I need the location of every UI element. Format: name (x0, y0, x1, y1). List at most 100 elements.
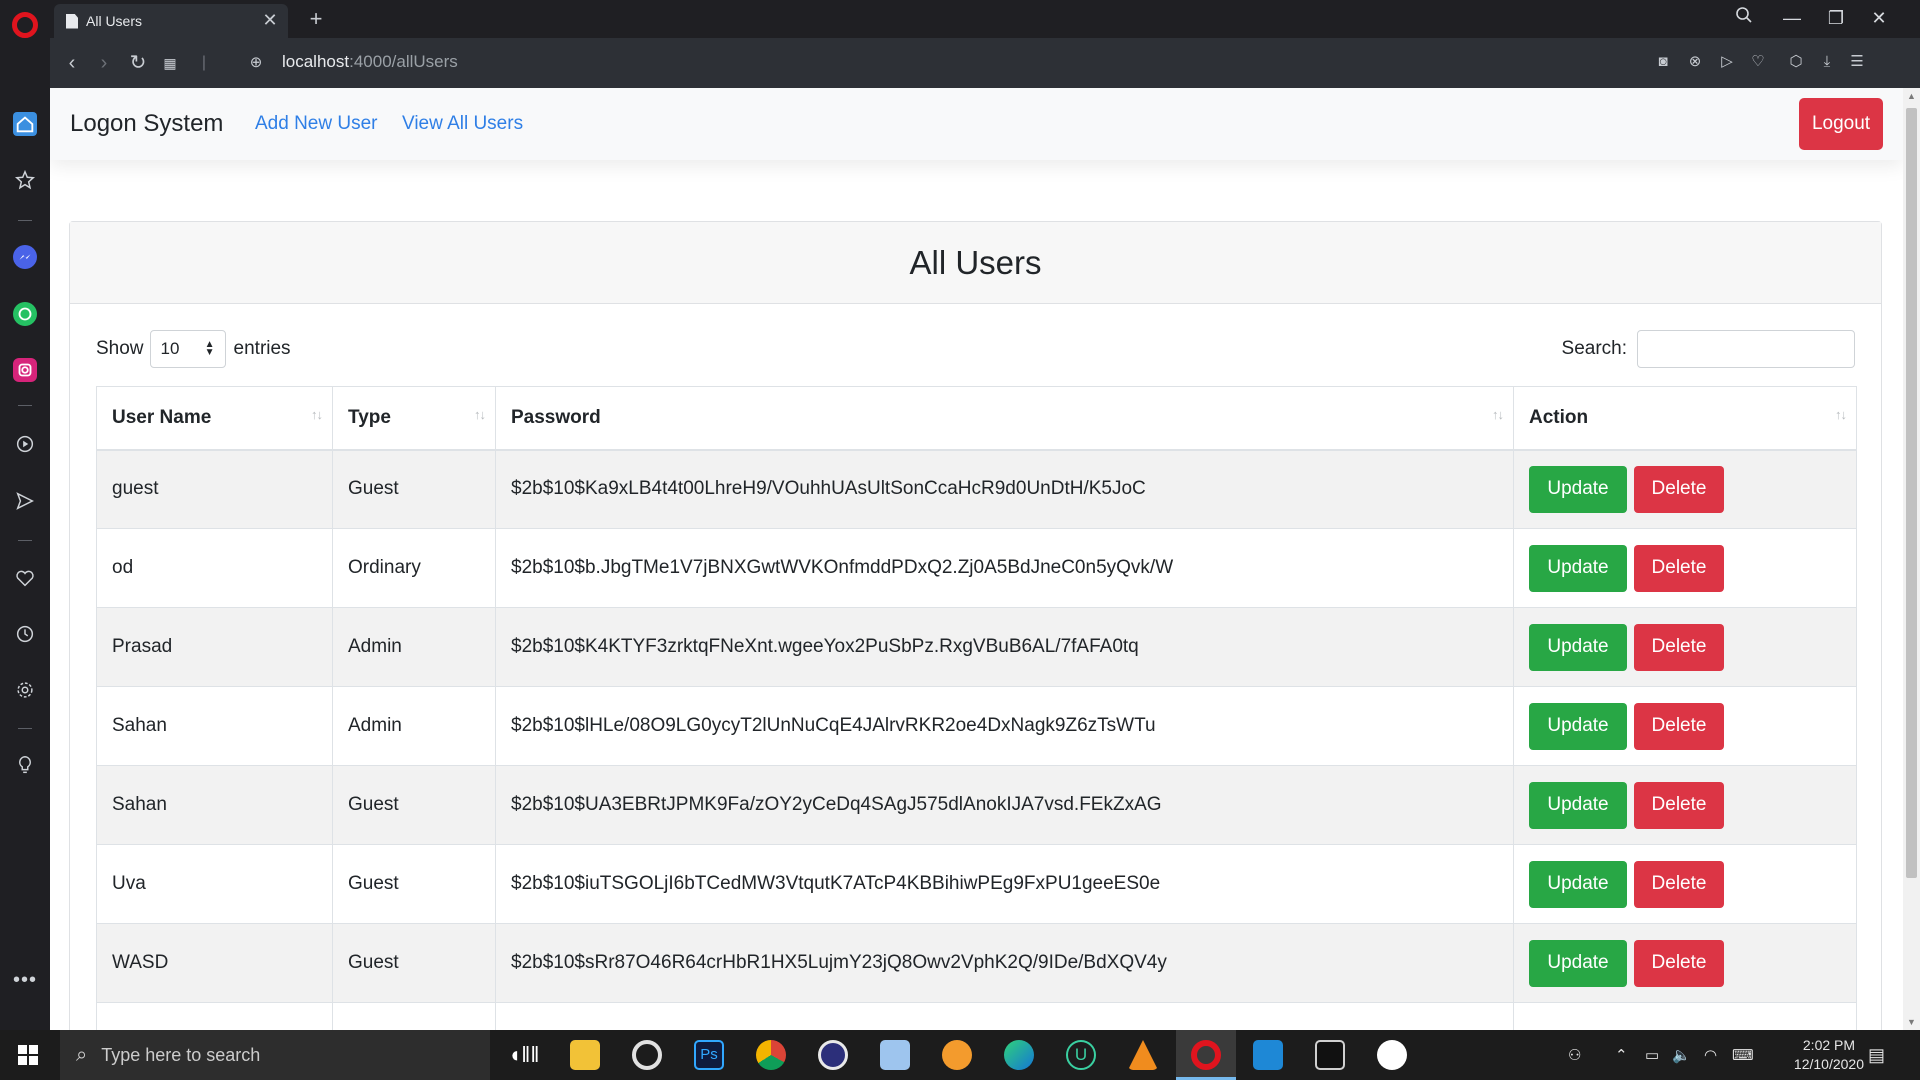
column-header-type[interactable]: Type ↑↓ (332, 386, 496, 451)
update-button[interactable]: Update (1529, 544, 1627, 592)
scroll-up-icon[interactable]: ▲ (1903, 88, 1920, 104)
nav-link-view-all-users[interactable]: View All Users (402, 113, 523, 135)
cell-user-name: od (96, 528, 333, 608)
forward-icon[interactable]: › (92, 51, 116, 75)
upwork-icon[interactable]: U (1066, 1040, 1096, 1070)
wifi-icon[interactable]: ◠ (1704, 1030, 1717, 1080)
audio-app-icon[interactable]: ◖‖‖ (508, 1040, 539, 1070)
extensions-cube-icon[interactable]: ⬡ (1786, 52, 1806, 72)
nav-link-add-new-user[interactable]: Add New User (255, 113, 378, 135)
delete-button[interactable]: Delete (1634, 544, 1724, 592)
cell-action: Update Delete (1513, 844, 1857, 924)
instagram-icon[interactable] (13, 358, 37, 382)
search-tabs-icon[interactable] (1732, 6, 1756, 30)
notifications-icon[interactable]: ▤ (1868, 1030, 1885, 1080)
lightbulb-icon[interactable] (13, 753, 37, 777)
heart-icon[interactable]: ♡ (1748, 52, 1768, 72)
scroll-down-icon[interactable]: ▼ (1903, 1014, 1920, 1030)
close-tab-icon[interactable]: ✕ (260, 10, 280, 30)
download-icon[interactable]: ⤓ (1817, 52, 1837, 72)
clock-date: 12/10/2020 (1793, 1056, 1864, 1072)
cell-type: Ordinary (332, 528, 496, 608)
chrome-icon[interactable] (756, 1040, 786, 1070)
taskbar-clock[interactable]: 2:02 PM 12/10/2020 (1794, 1036, 1864, 1074)
sort-icon: ↑↓ (1835, 407, 1847, 422)
eclipse-icon[interactable] (818, 1040, 848, 1070)
delete-button[interactable]: Delete (1634, 702, 1724, 750)
cell-password: $2b$10$iuTSGOLjI6bTCedMW3VtqutK7ATcP4KBB… (495, 844, 1514, 924)
logout-button[interactable]: Logout (1799, 98, 1883, 150)
delete-button[interactable]: Delete (1634, 860, 1724, 908)
keyboard-icon[interactable]: ⌨ (1732, 1030, 1754, 1080)
messenger-icon[interactable] (13, 245, 37, 269)
player-icon[interactable] (13, 432, 37, 456)
flow-send-icon[interactable] (13, 489, 37, 513)
opera-logo-icon[interactable] (12, 12, 38, 38)
media-app-icon[interactable] (632, 1040, 662, 1070)
update-button[interactable]: Update (1529, 465, 1627, 513)
postman-icon[interactable] (942, 1040, 972, 1070)
battery-icon[interactable]: ▭ (1645, 1030, 1659, 1080)
users-table: User Name ↑↓ Type ↑↓ Password ↑↓ Action ↑↓ g… (96, 386, 1857, 1030)
url-field[interactable]: localhost:4000/allUsers (282, 52, 458, 72)
vscode-icon[interactable] (1253, 1040, 1283, 1070)
cell-type: Admin (332, 686, 496, 766)
vlc-icon[interactable] (1128, 1040, 1158, 1070)
cell-action: Update Delete (1513, 765, 1857, 845)
edge-icon[interactable] (1004, 1040, 1034, 1070)
send-icon[interactable]: ▷ (1717, 52, 1737, 72)
update-button[interactable]: Update (1529, 623, 1627, 671)
taskbar-search-box[interactable]: ⌕ Type here to search (60, 1030, 490, 1080)
home-icon[interactable] (13, 112, 37, 136)
more-options-icon[interactable]: ••• (13, 970, 37, 990)
ad-block-icon[interactable]: ⊗ (1685, 52, 1705, 72)
column-header-label: Type (348, 406, 391, 428)
delete-button[interactable]: Delete (1634, 781, 1724, 829)
column-header-user-name[interactable]: User Name ↑↓ (96, 386, 333, 451)
back-icon[interactable]: ‹ (60, 51, 84, 75)
terminal-icon[interactable] (1315, 1040, 1345, 1070)
update-button[interactable]: Update (1529, 939, 1627, 987)
entries-select[interactable]: 10 ▲ ▼ (149, 330, 226, 368)
opera-taskbar-icon[interactable] (1191, 1040, 1221, 1070)
cell-user-name: Uva (96, 844, 333, 924)
navbar-brand[interactable]: Logon System (70, 110, 223, 138)
column-header-action[interactable]: Action ↑↓ (1513, 386, 1857, 451)
delete-button[interactable]: Delete (1634, 465, 1724, 513)
tab-grid-icon[interactable]: ▦ (158, 51, 182, 75)
bookmarks-icon[interactable] (13, 168, 37, 192)
delete-button[interactable]: Delete (1634, 939, 1724, 987)
browser-tab[interactable]: All Users ✕ (54, 4, 288, 38)
volume-icon[interactable]: 🔈 (1672, 1030, 1691, 1080)
history-icon[interactable] (13, 622, 37, 646)
update-button[interactable]: Update (1529, 860, 1627, 908)
settings-gear-icon[interactable] (13, 678, 37, 702)
people-icon[interactable]: ⚇ (1568, 1030, 1581, 1080)
show-hidden-icons-chevron-icon[interactable]: ⌃ (1615, 1030, 1628, 1080)
page-scrollbar[interactable]: ▲ ▼ (1903, 88, 1920, 1030)
cell-action: Update Delete (1513, 607, 1857, 687)
update-button[interactable]: Update (1529, 702, 1627, 750)
windows-start-icon[interactable] (18, 1045, 38, 1065)
restore-icon[interactable]: ❐ (1824, 6, 1848, 30)
minimize-icon[interactable]: — (1780, 6, 1804, 30)
heart-icon[interactable] (13, 566, 37, 590)
update-button[interactable]: Update (1529, 781, 1627, 829)
mongodb-compass-icon[interactable] (1377, 1040, 1407, 1070)
virtualbox-icon[interactable] (880, 1040, 910, 1070)
table-row: Sahan Guest $2b$10$UA3EBRtJPMK9Fa/zOY2yC… (96, 765, 1857, 845)
search-input[interactable] (1637, 330, 1855, 368)
scroll-thumb[interactable] (1906, 108, 1917, 878)
delete-button[interactable]: Delete (1634, 623, 1724, 671)
sort-icon: ↑↓ (474, 407, 486, 422)
close-window-icon[interactable]: ✕ (1867, 6, 1891, 30)
reload-icon[interactable]: ↻ (126, 51, 150, 75)
tab-title: All Users (86, 13, 143, 29)
new-tab-icon[interactable]: + (304, 6, 328, 32)
whatsapp-icon[interactable] (13, 302, 37, 326)
photoshop-icon[interactable]: Ps (694, 1040, 724, 1070)
column-header-password[interactable]: Password ↑↓ (495, 386, 1514, 451)
camera-icon[interactable]: ◙ (1653, 52, 1673, 72)
easy-setup-icon[interactable]: ☰ (1847, 52, 1867, 72)
file-explorer-icon[interactable] (570, 1040, 600, 1070)
